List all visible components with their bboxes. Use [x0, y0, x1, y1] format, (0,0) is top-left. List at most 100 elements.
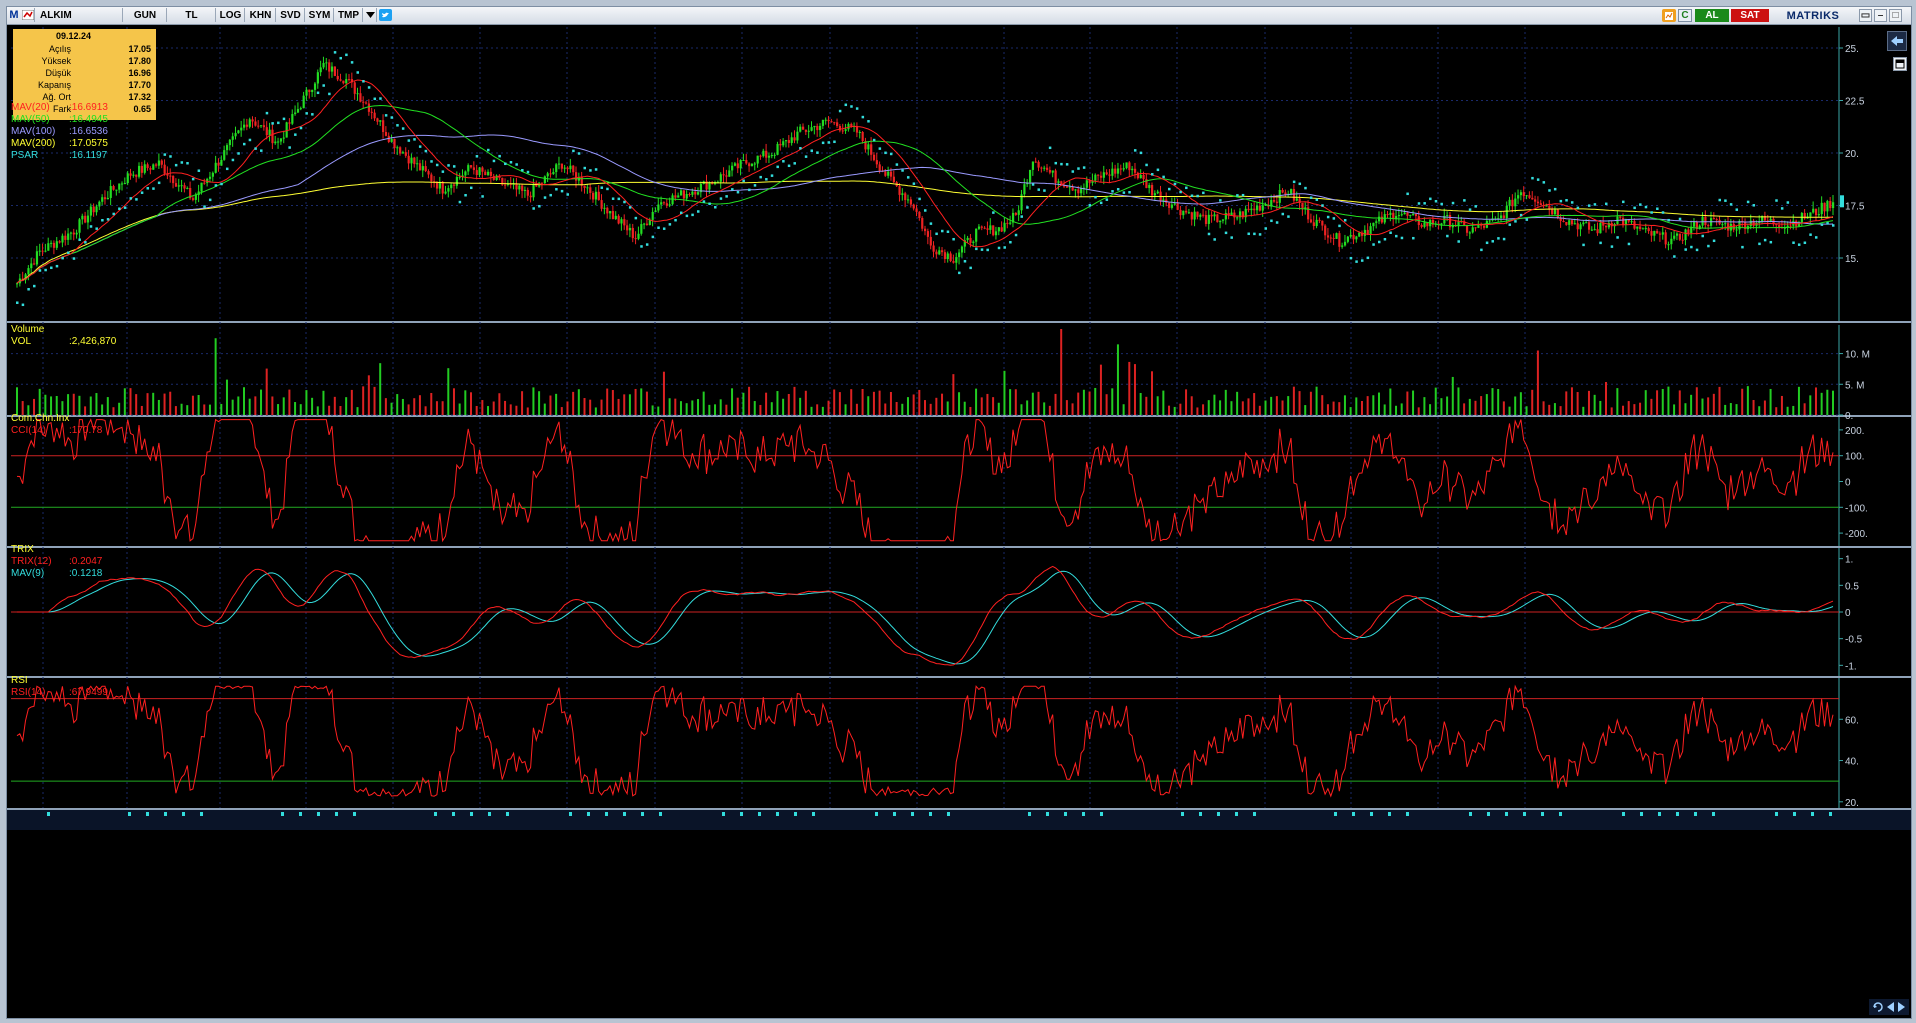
psar-dot: [78, 238, 81, 241]
buy-button[interactable]: AL: [1695, 9, 1729, 22]
volume-bar: [424, 406, 427, 415]
psar-dot: [679, 211, 683, 215]
psar-dot: [1724, 199, 1727, 202]
candle-body: [1151, 185, 1154, 196]
volume-bar: [214, 338, 217, 415]
maximize-icon[interactable]: □: [1889, 9, 1902, 22]
candle-body: [813, 125, 816, 128]
brand-label: MATRIKS: [1786, 9, 1840, 22]
candle-body: [489, 171, 493, 176]
psar-dot: [770, 174, 774, 177]
legend-mav50-value: :16.4945: [69, 114, 108, 125]
scroll-left-arrow-icon[interactable]: [1887, 31, 1907, 51]
candle-body: [1667, 244, 1670, 246]
candle-body: [946, 253, 949, 260]
scroll-right-icon[interactable]: [1897, 1002, 1906, 1012]
volume-bar: [282, 397, 285, 415]
psar-dot: [748, 188, 751, 192]
volume-bar: [1281, 400, 1284, 415]
candle-body: [949, 253, 952, 262]
x-axis-marker: [1388, 812, 1391, 816]
x-axis-marker: [776, 812, 779, 816]
refresh-icon[interactable]: [1872, 1001, 1884, 1013]
volume-bar: [1219, 400, 1222, 415]
sell-button[interactable]: SAT: [1731, 9, 1769, 22]
x-axis-marker: [1406, 812, 1409, 816]
psar-dot: [430, 160, 433, 163]
scroll-left-icon[interactable]: [1886, 1002, 1895, 1012]
candle-body: [475, 170, 478, 176]
candle-body: [362, 101, 365, 103]
khn-button[interactable]: KHN: [246, 8, 276, 22]
candle-body: [892, 176, 895, 183]
psar-dot: [1678, 217, 1682, 221]
volume-bar: [1701, 398, 1704, 415]
volume-bar: [804, 390, 807, 415]
psar-dot: [1196, 194, 1199, 198]
psar-dot: [84, 241, 87, 244]
expand-panel-icon[interactable]: [1893, 57, 1907, 71]
period-button[interactable]: GUN: [124, 8, 167, 22]
volume-bar: [958, 392, 961, 415]
candle-body: [821, 119, 825, 126]
candle-body: [1185, 210, 1188, 213]
technical-chart[interactable]: 07.2308.2309.2310.2311.2312.2301.2402.24…: [7, 25, 1911, 1018]
refresh-c-icon[interactable]: C: [1678, 9, 1692, 22]
candle-body: [1273, 200, 1276, 202]
price-y-tick-label: 15.: [1845, 254, 1859, 265]
log-button[interactable]: LOG: [217, 8, 245, 22]
psar-dot: [844, 103, 848, 107]
cci-y-tick-label: -200.: [1845, 529, 1868, 540]
chart-type-icon[interactable]: [21, 8, 35, 22]
candle-body: [262, 125, 266, 128]
psar-dot: [992, 211, 995, 214]
candle-body: [1363, 229, 1367, 236]
psar-dot: [765, 178, 768, 181]
candle-body: [112, 186, 115, 190]
candle-body: [637, 233, 640, 239]
candle-body: [347, 79, 351, 81]
psar-dot: [1542, 181, 1546, 184]
candle-body: [1641, 228, 1645, 230]
candle-body: [407, 155, 410, 164]
volume-bar: [1185, 389, 1188, 415]
volume-bar: [1162, 390, 1165, 415]
twitter-icon[interactable]: [378, 8, 392, 22]
alarm-icon[interactable]: [1662, 9, 1676, 22]
dropdown-arrow-icon[interactable]: [364, 8, 377, 22]
volume-bar: [430, 392, 433, 415]
candle-body: [279, 138, 283, 142]
volume-bar: [1332, 401, 1335, 415]
candle-body: [1471, 227, 1474, 233]
psar-dot: [1258, 233, 1262, 236]
volume-bar: [589, 399, 592, 415]
sym-button[interactable]: SYM: [306, 8, 334, 22]
svd-button[interactable]: SVD: [277, 8, 305, 22]
psar-dot: [27, 288, 30, 291]
candle-body: [611, 211, 615, 220]
price-legend: MAV(20):16.6913 MAV(50):16.4945 MAV(100)…: [11, 102, 108, 162]
cci-legend-value: :170.78: [69, 425, 103, 436]
candle-body: [898, 186, 901, 195]
restore-icon[interactable]: ▭: [1859, 9, 1872, 22]
candle-body: [1168, 202, 1171, 208]
candle-body: [271, 129, 274, 144]
panel-bg-cci: [7, 417, 1911, 546]
volume-bar: [1071, 403, 1074, 415]
volume-bar: [1605, 381, 1607, 415]
price-y-tick-label: 22.5: [1845, 97, 1865, 108]
psar-dot: [1485, 241, 1489, 245]
x-axis-marker: [722, 812, 725, 816]
psar-dot: [390, 116, 394, 119]
volume-bar: [1406, 391, 1409, 415]
psar-dot: [1190, 194, 1194, 197]
tmp-button[interactable]: TMP: [335, 8, 363, 22]
candle-body: [1196, 211, 1199, 217]
psar-dot: [674, 218, 677, 222]
volume-bar: [623, 394, 626, 415]
volume-bar: [1366, 396, 1369, 415]
currency-button[interactable]: TL: [168, 8, 216, 22]
symbol-field[interactable]: ALKIM: [36, 8, 123, 22]
volume-bar: [782, 398, 785, 415]
minimize-icon[interactable]: –: [1874, 9, 1887, 22]
